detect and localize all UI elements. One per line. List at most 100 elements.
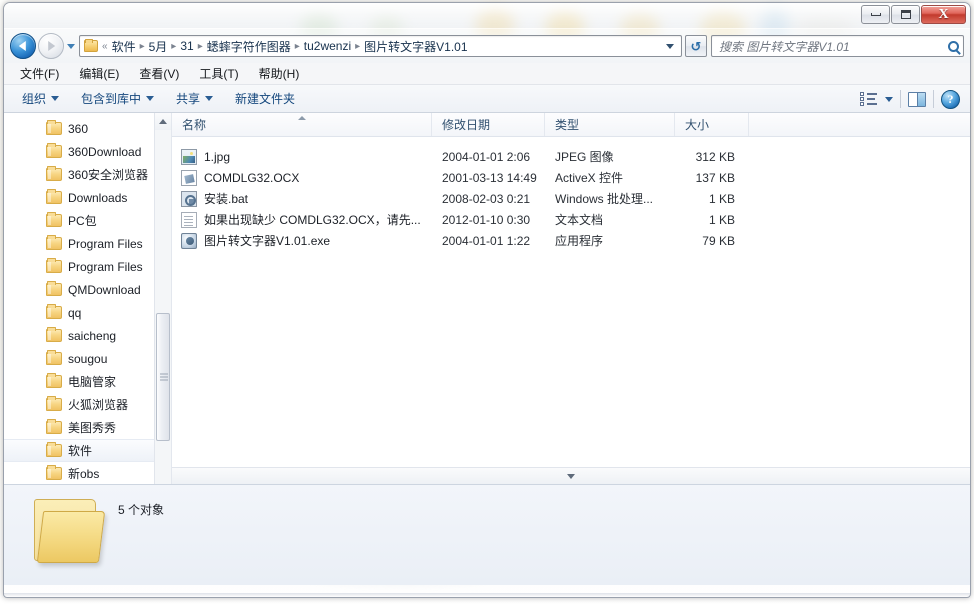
view-controls: ?: [860, 85, 960, 113]
table-row[interactable]: 如果出现缺少 COMDLG32.OCX，请先... 2012-01-10 0:3…: [172, 209, 970, 230]
breadcrumb-item-0[interactable]: 软件: [109, 38, 139, 55]
scrollbar-thumb[interactable]: [156, 313, 170, 441]
breadcrumb-item-4[interactable]: tu2wenzi: [301, 39, 354, 53]
breadcrumb-root-prefix[interactable]: «: [101, 41, 109, 52]
sidebar-item-label: 360安全浏览器: [68, 168, 149, 182]
folder-icon: [46, 350, 62, 365]
file-name: 1.jpg: [204, 149, 231, 164]
sidebar-item-program-files-x86[interactable]: Program Files: [4, 255, 171, 278]
column-header-name[interactable]: 名称: [172, 113, 432, 136]
desktop-background: X « 软件 ▸ 5月 ▸ 31 ▸ 蟋蟀字符作图器 ▸ tu2wenzi ▸ …: [0, 0, 974, 606]
sidebar-item-downloads[interactable]: Downloads: [4, 186, 171, 209]
column-header-date[interactable]: 修改日期: [432, 113, 545, 136]
search-input[interactable]: 搜索 图片转文字器V1.01: [719, 38, 948, 55]
forward-button[interactable]: [38, 33, 64, 59]
sidebar-item-pc[interactable]: PC包: [4, 209, 171, 232]
breadcrumb-separator[interactable]: ▸: [197, 41, 204, 52]
folder-tree: 360 360Download 360安全浏览器 Downloads PC包 P…: [4, 113, 171, 484]
folder-icon: [46, 143, 62, 158]
file-rows: 1.jpg 2004-01-01 2:06 JPEG 图像 312 KB COM…: [172, 137, 970, 251]
preview-pane-icon[interactable]: [908, 91, 926, 107]
minimize-button[interactable]: [861, 5, 890, 24]
sidebar-item-pc-manager[interactable]: 电脑管家: [4, 370, 171, 393]
toolbar-divider: [900, 90, 901, 108]
chevron-down-icon: [146, 96, 155, 101]
folder-icon: [46, 189, 62, 204]
scroll-up-button[interactable]: [155, 113, 171, 130]
navigation-pane: 360 360Download 360安全浏览器 Downloads PC包 P…: [4, 113, 172, 484]
menu-bar: 文件(F) 编辑(E) 查看(V) 工具(T) 帮助(H): [4, 63, 970, 85]
sidebar-item-qmdownload[interactable]: QMDownload: [4, 278, 171, 301]
sidebar-item-firefox[interactable]: 火狐浏览器: [4, 393, 171, 416]
menu-help[interactable]: 帮助(H): [257, 64, 302, 83]
sidebar-item-meitu[interactable]: 美图秀秀: [4, 416, 171, 439]
share-label: 共享: [176, 92, 201, 106]
sidebar-item-label: Downloads: [68, 190, 128, 205]
menu-view[interactable]: 查看(V): [137, 64, 181, 83]
address-dropdown-icon[interactable]: [666, 43, 674, 49]
sidebar-item-software[interactable]: 软件: [4, 439, 171, 462]
share-button[interactable]: 共享: [176, 90, 214, 107]
maximize-button[interactable]: [891, 5, 920, 24]
close-button[interactable]: X: [921, 5, 966, 24]
breadcrumb-item-3[interactable]: 蟋蟀字符作图器: [204, 38, 294, 55]
scroll-up-arrow-icon: [159, 119, 167, 124]
breadcrumb-separator[interactable]: ▸: [354, 41, 361, 52]
help-icon[interactable]: ?: [941, 89, 960, 109]
command-bar: 组织 包含到库中 共享 新建文件夹 ?: [4, 85, 970, 113]
include-in-library-button[interactable]: 包含到库中: [81, 90, 155, 107]
back-button[interactable]: [10, 33, 36, 59]
menu-tools[interactable]: 工具(T): [197, 64, 240, 83]
table-row[interactable]: 图片转文字器V1.01.exe 2004-01-01 1:22 应用程序 79 …: [172, 230, 970, 251]
forward-arrow-icon: [48, 41, 56, 51]
sidebar-item-360download[interactable]: 360Download: [4, 140, 171, 163]
new-folder-button[interactable]: 新建文件夹: [235, 90, 295, 107]
sidebar-item-new-obs[interactable]: 新obs: [4, 462, 171, 484]
file-type-cell: JPEG 图像: [555, 150, 614, 164]
refresh-button[interactable]: ↺: [685, 35, 707, 57]
file-date-cell: 2004-01-01 1:22: [442, 233, 531, 248]
toolbar-divider: [933, 90, 934, 108]
close-icon: X: [938, 6, 949, 22]
sidebar-item-label: 美图秀秀: [68, 421, 117, 435]
sidebar-item-saicheng[interactable]: saicheng: [4, 324, 171, 347]
breadcrumb-item-2[interactable]: 31: [177, 39, 196, 53]
breadcrumb-separator[interactable]: ▸: [294, 41, 301, 52]
view-chevron-down-icon[interactable]: [885, 96, 893, 102]
item-count-text: 5 个对象: [118, 503, 165, 517]
table-row[interactable]: COMDLG32.OCX 2001-03-13 14:49 ActiveX 控件…: [172, 167, 970, 188]
image-file-icon: [181, 148, 197, 165]
menu-edit[interactable]: 编辑(E): [77, 64, 121, 83]
sidebar-item-program-files[interactable]: Program Files: [4, 232, 171, 255]
address-bar[interactable]: « 软件 ▸ 5月 ▸ 31 ▸ 蟋蟀字符作图器 ▸ tu2wenzi ▸ 图片…: [79, 35, 682, 57]
column-header-type[interactable]: 类型: [545, 113, 675, 136]
breadcrumb-separator[interactable]: ▸: [139, 41, 146, 52]
menu-file[interactable]: 文件(F): [18, 64, 61, 83]
explorer-window: X « 软件 ▸ 5月 ▸ 31 ▸ 蟋蟀字符作图器 ▸ tu2wenzi ▸ …: [3, 2, 971, 598]
window-controls: X: [861, 5, 966, 24]
table-row[interactable]: 安装.bat 2008-02-03 0:21 Windows 批处理... 1 …: [172, 188, 970, 209]
breadcrumb-item-1[interactable]: 5月: [146, 38, 171, 55]
sidebar-item-label: sougou: [68, 351, 108, 366]
breadcrumb-item-5[interactable]: 图片转文字器V1.01: [361, 38, 470, 55]
list-view-icon[interactable]: [860, 91, 877, 107]
sidebar-scrollbar[interactable]: [154, 113, 171, 484]
file-type-cell: ActiveX 控件: [555, 171, 624, 185]
title-bar[interactable]: X: [4, 3, 970, 29]
file-list-scroll-down[interactable]: [172, 467, 970, 484]
file-date-cell: 2004-01-01 2:06: [442, 149, 531, 164]
breadcrumb: « 软件 ▸ 5月 ▸ 31 ▸ 蟋蟀字符作图器 ▸ tu2wenzi ▸ 图片…: [101, 38, 662, 55]
sidebar-item-360[interactable]: 360: [4, 117, 171, 140]
chevron-down-icon: [51, 96, 60, 101]
organize-button[interactable]: 组织: [22, 90, 60, 107]
search-box[interactable]: 搜索 图片转文字器V1.01: [711, 35, 964, 57]
folder-icon: [46, 396, 62, 411]
column-header-size[interactable]: 大小: [675, 113, 749, 136]
sidebar-item-qq[interactable]: qq: [4, 301, 171, 324]
recent-pages-icon[interactable]: [67, 43, 75, 49]
table-row[interactable]: 1.jpg 2004-01-01 2:06 JPEG 图像 312 KB: [172, 146, 970, 167]
sidebar-item-sougou[interactable]: sougou: [4, 347, 171, 370]
sidebar-item-360-browser[interactable]: 360安全浏览器: [4, 163, 171, 186]
folder-icon: [46, 212, 62, 227]
breadcrumb-separator[interactable]: ▸: [170, 41, 177, 52]
